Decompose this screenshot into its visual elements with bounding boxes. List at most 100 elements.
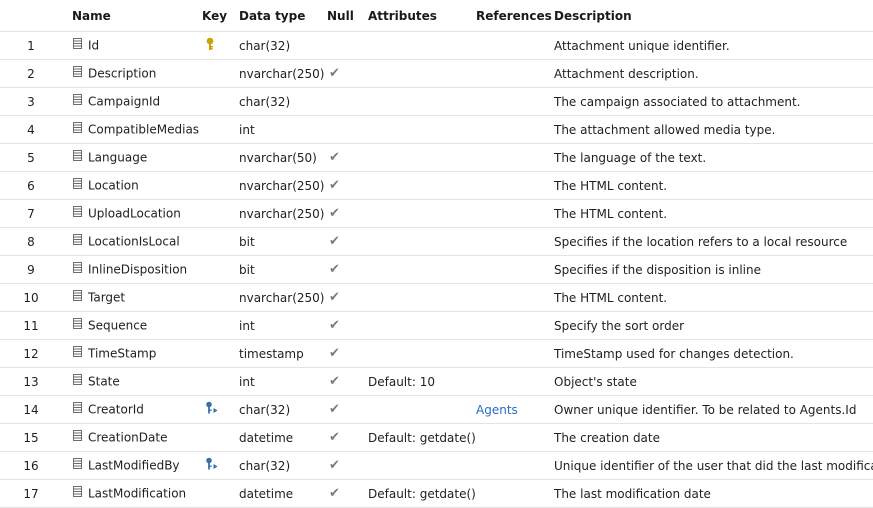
attributes-cell [368,283,476,312]
references-cell [476,59,554,88]
column-name-cell[interactable]: Location [66,171,202,200]
columns-table: Name Key Data type Null Attributes Refer… [0,0,873,508]
data-type-cell: char(32) [239,451,327,480]
checkmark-icon: ✔ [329,262,340,277]
checkmark-icon: ✔ [329,290,340,305]
table-row[interactable]: 8 LocationIsLocal bit ✔ Specifies if the loc… [0,227,873,256]
column-name: InlineDisposition [88,262,188,277]
column-icon [73,66,82,80]
column-name-cell[interactable]: LastModifiedBy [66,451,202,480]
checkmark-icon: ✔ [329,66,340,81]
checkmark-icon: ✔ [329,150,340,165]
column-name-cell[interactable]: TimeStamp [66,339,202,368]
key-cell [202,87,239,116]
table-row[interactable]: 4 CompatibleMedias int The attachment allow… [0,115,873,144]
column-icon [73,234,82,248]
column-name-cell[interactable]: Id [66,31,202,60]
attributes-cell [368,311,476,340]
attributes-cell [368,59,476,88]
data-type-cell: nvarchar(250) [239,199,327,228]
table-row[interactable]: 9 InlineDisposition bit ✔ Specifies if the d… [0,255,873,284]
null-cell: ✔ [327,255,368,284]
key-cell [202,451,239,480]
table-row[interactable]: 12 TimeStamp timestamp ✔ TimeStamp used for … [0,339,873,368]
table-row[interactable]: 2 Description nvarchar(250) ✔ Attachment des… [0,59,873,88]
column-name-cell[interactable]: CreationDate [66,423,202,452]
description-cell: The creation date [554,423,873,452]
column-icon [73,206,82,220]
foreign-key-icon [205,457,219,474]
reference-link[interactable]: Agents [476,403,518,417]
row-number: 3 [0,87,66,116]
description-cell: The HTML content. [554,171,873,200]
column-name: UploadLocation [88,206,181,221]
column-icon [73,486,82,500]
row-number: 15 [0,423,66,452]
table-row[interactable]: 15 CreationDate datetime ✔ Default: getdate(… [0,423,873,452]
key-cell [202,227,239,256]
column-name-cell[interactable]: CompatibleMedias [66,115,202,144]
column-name: LastModifiedBy [88,458,180,473]
table-row[interactable]: 11 Sequence int ✔ Specify the sort order [0,311,873,340]
column-name-cell[interactable]: Description [66,59,202,88]
null-cell: ✔ [327,339,368,368]
attributes-cell [368,31,476,60]
column-name-cell[interactable]: Target [66,283,202,312]
header-name[interactable]: Name [66,0,202,32]
key-cell [202,479,239,508]
column-name-cell[interactable]: LocationIsLocal [66,227,202,256]
column-icon [73,318,82,332]
header-data-type[interactable]: Data type [239,0,327,32]
table-row[interactable]: 7 UploadLocation nvarchar(250) ✔ The HTML co… [0,199,873,228]
table-row[interactable]: 10 Target nvarchar(250) ✔ The HTML content. [0,283,873,312]
attributes-cell [368,143,476,172]
null-cell: ✔ [327,423,368,452]
checkmark-icon: ✔ [329,206,340,221]
checkmark-icon: ✔ [329,430,340,445]
null-cell: ✔ [327,311,368,340]
data-type-cell: timestamp [239,339,327,368]
references-cell [476,171,554,200]
data-type-cell: char(32) [239,31,327,60]
table-row[interactable]: 3 CampaignId char(32) The campaign associat… [0,87,873,116]
data-type-cell: char(32) [239,395,327,424]
header-references[interactable]: References [476,0,554,32]
column-name-cell[interactable]: State [66,367,202,396]
checkmark-icon: ✔ [329,178,340,193]
references-cell [476,143,554,172]
row-number: 9 [0,255,66,284]
column-icon [73,122,82,136]
table-row[interactable]: 16 LastModifiedBy char(32) ✔ Unique identifi… [0,451,873,480]
table-row[interactable]: 1 Id char(32) Attachment unique identifier. [0,31,873,60]
header-key[interactable]: Key [202,0,239,32]
checkmark-icon: ✔ [329,458,340,473]
references-cell [476,87,554,116]
attributes-cell [368,339,476,368]
column-name-cell[interactable]: Language [66,143,202,172]
attributes-cell [368,395,476,424]
header-attributes[interactable]: Attributes [368,0,476,32]
column-name-cell[interactable]: CreatorId [66,395,202,424]
data-type-cell: nvarchar(250) [239,171,327,200]
description-cell: Attachment unique identifier. [554,31,873,60]
column-name-cell[interactable]: UploadLocation [66,199,202,228]
table-row[interactable]: 6 Location nvarchar(250) ✔ The HTML content. [0,171,873,200]
data-type-cell: int [239,115,327,144]
table-row[interactable]: 17 LastModification datetime ✔ Default: getd… [0,479,873,508]
header-null[interactable]: Null [327,0,368,32]
column-name: Sequence [88,318,148,333]
column-name-cell[interactable]: CampaignId [66,87,202,116]
column-name-cell[interactable]: InlineDisposition [66,255,202,284]
null-cell [327,31,368,60]
references-cell [476,479,554,508]
table-row[interactable]: 13 State int ✔ Default: 10 Object's state [0,367,873,396]
attributes-cell: Default: getdate() [368,423,476,452]
row-number: 12 [0,339,66,368]
description-cell: The last modification date [554,479,873,508]
header-description[interactable]: Description [554,0,873,32]
table-row[interactable]: 5 Language nvarchar(50) ✔ The language of th… [0,143,873,172]
column-name: LocationIsLocal [88,234,180,249]
column-name-cell[interactable]: LastModification [66,479,202,508]
table-row[interactable]: 14 CreatorId char(32) ✔ Agents Owner unique i… [0,395,873,424]
column-name-cell[interactable]: Sequence [66,311,202,340]
